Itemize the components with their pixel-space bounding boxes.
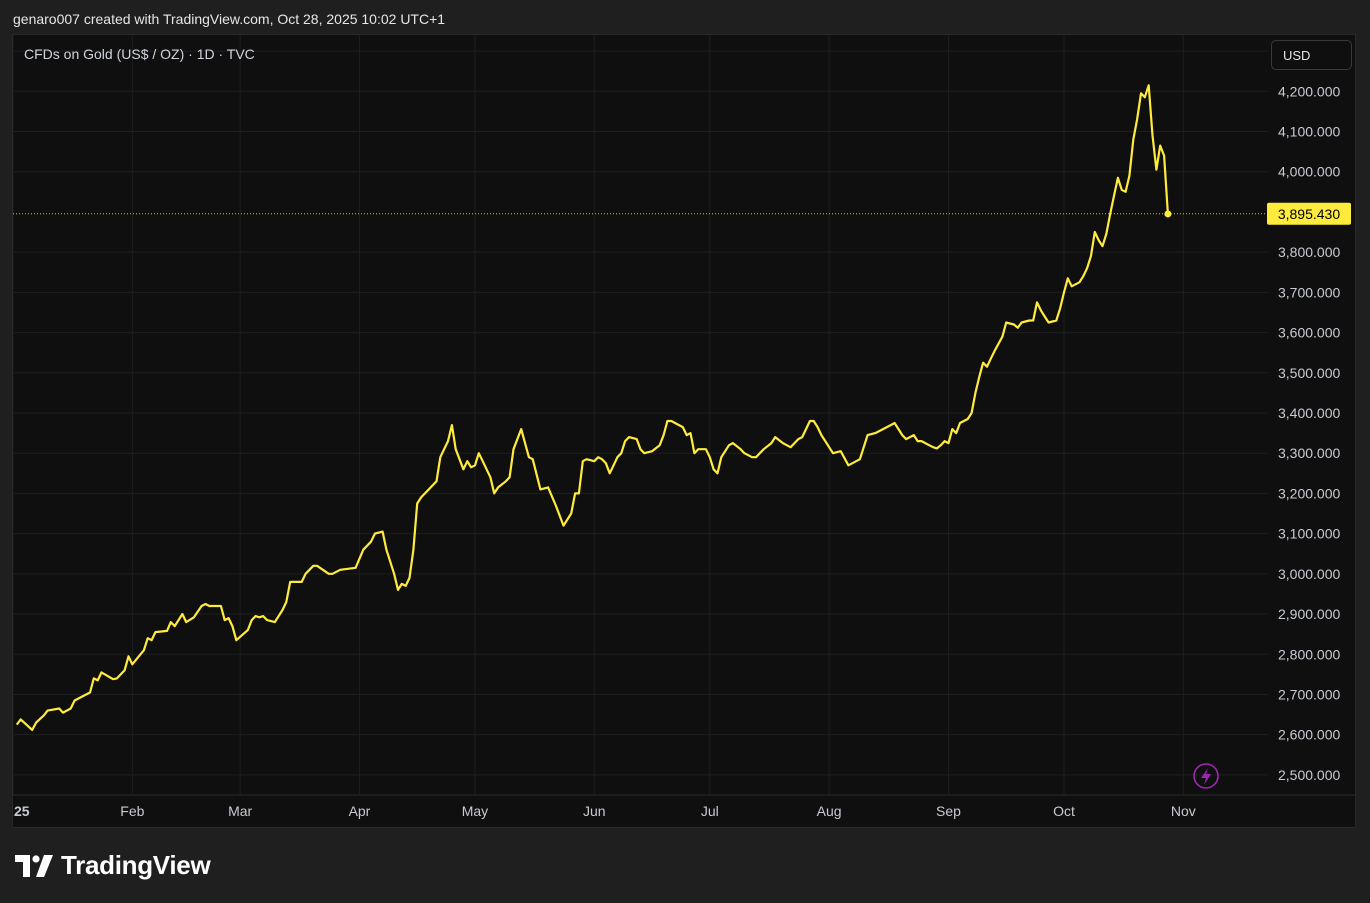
y-tick-label: 3,000.000 [1278,566,1340,582]
last-price-label: 3,895.430 [1278,206,1340,222]
chart-panel[interactable]: 4,300.0004,200.0004,100.0004,000.0003,80… [12,34,1356,828]
chart-caption: genaro007 created with TradingView.com, … [13,11,446,27]
currency-button[interactable]: USD [1271,40,1352,70]
tradingview-logo-icon [15,854,53,877]
last-price-dot [1164,210,1172,218]
y-tick-label: 3,500.000 [1278,365,1340,381]
y-tick-label: 4,000.000 [1278,164,1340,180]
y-tick-label: 4,100.000 [1278,124,1340,140]
x-tick-label: Jul [701,803,719,819]
y-tick-label: 2,700.000 [1278,686,1340,702]
x-tick-label: Feb [120,803,144,819]
x-tick-label: Jun [583,803,606,819]
y-tick-label: 3,100.000 [1278,526,1340,542]
x-tick-label: Oct [1053,803,1075,819]
x-tick-label: Nov [1171,803,1196,819]
y-tick-label: 3,300.000 [1278,445,1340,461]
tradingview-logo[interactable]: TradingView [15,850,211,881]
y-tick-label: 3,800.000 [1278,244,1340,260]
x-tick-label: Apr [349,803,371,819]
gold-price-chart: 4,300.0004,200.0004,100.0004,000.0003,80… [13,35,1355,819]
y-tick-label: 2,500.000 [1278,767,1340,783]
y-tick-label: 3,700.000 [1278,284,1340,300]
brand-name: TradingView [61,850,211,880]
x-tick-label: Mar [228,803,252,819]
y-tick-label: 2,600.000 [1278,727,1340,743]
price-line [15,84,1169,731]
y-tick-label: 3,400.000 [1278,405,1340,421]
x-tick-label: Sep [936,803,961,819]
y-tick-label: 4,200.000 [1278,83,1340,99]
x-tick-label: Aug [817,803,842,819]
y-tick-label: 3,600.000 [1278,325,1340,341]
lightning-alert-icon[interactable] [1193,763,1219,789]
y-tick-label: 2,900.000 [1278,606,1340,622]
symbol-title: CFDs on Gold (US$ / OZ) · 1D · TVC [24,46,255,62]
y-tick-label: 3,200.000 [1278,485,1340,501]
y-tick-label: 2,800.000 [1278,646,1340,662]
x-tick-label: 25 [14,803,30,819]
x-tick-label: May [462,803,488,819]
